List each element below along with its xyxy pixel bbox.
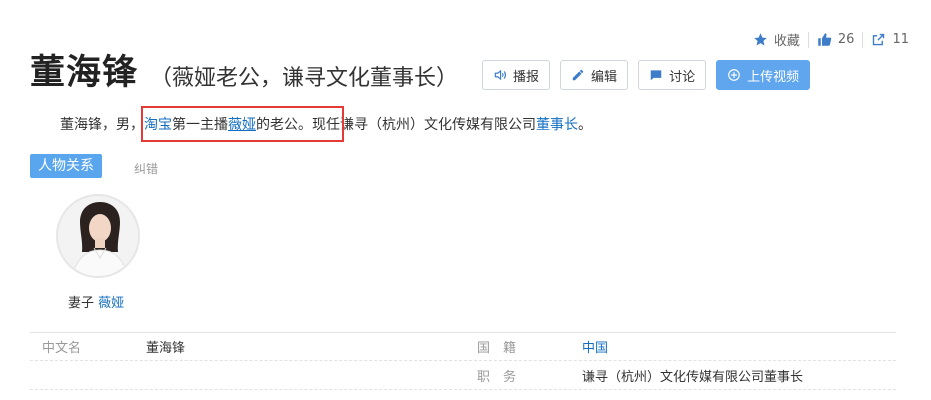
summary-part: 。 — [578, 117, 592, 133]
correct-link[interactable]: 纠错 — [134, 160, 158, 177]
info-value: 董海锋 — [146, 341, 186, 356]
like-count: 26 — [837, 32, 855, 47]
upload-video-button[interactable]: 上传视频 — [716, 60, 811, 90]
summary-part: 的老公。现任谦寻（杭州）文化传媒有限公司 — [256, 117, 536, 133]
info-value: 谦寻（杭州）文化传媒有限公司董事长 — [582, 369, 804, 385]
taobao-link[interactable]: 淘宝 — [144, 117, 172, 133]
like-action[interactable]: 26 — [809, 32, 863, 47]
basic-info-table: 中文名 董海锋 国 籍 中国 职 务 谦寻（杭州）文化传媒有限公司董事长 — [30, 332, 896, 390]
pencil-icon — [571, 68, 585, 82]
info-label: 国 籍 — [477, 341, 517, 356]
relation-caption: 妻子 薇娅 — [68, 292, 124, 311]
relation-person-link[interactable]: 薇娅 — [98, 296, 124, 311]
discuss-label: 讨论 — [669, 69, 696, 85]
edit-label: 编辑 — [591, 69, 618, 85]
plus-circle-icon — [727, 68, 741, 82]
nationality-link[interactable]: 中国 — [582, 341, 608, 356]
relation-type: 妻子 — [68, 296, 95, 311]
thumbs-up-icon — [817, 32, 832, 47]
info-value: 中国 — [582, 337, 608, 356]
upload-video-label: 上传视频 — [747, 69, 800, 85]
relations-tab[interactable]: 人物关系 — [30, 154, 102, 178]
person-photo — [58, 196, 138, 276]
viya-link[interactable]: 薇娅 — [228, 117, 256, 133]
speaker-icon — [493, 68, 507, 82]
title-row: 董海锋 （薇娅老公，谦寻文化董事长） 播报 编辑 讨论 上传视频 — [30, 50, 811, 96]
page-subtitle: （薇娅老公，谦寻文化董事长） — [150, 66, 459, 91]
share-count: 11 — [892, 32, 909, 47]
info-row: 职 务 谦寻（杭州）文化传媒有限公司董事长 — [30, 361, 896, 390]
share-icon — [871, 32, 886, 47]
title-buttons: 播报 编辑 讨论 上传视频 — [482, 60, 811, 90]
info-label: 中文名 — [42, 341, 82, 356]
discuss-button[interactable]: 讨论 — [638, 60, 707, 90]
avatar[interactable] — [56, 194, 140, 278]
summary-part: 第一主播 — [172, 117, 228, 133]
top-actions: 收藏 26 11 — [745, 30, 917, 49]
chairman-link[interactable]: 董事长 — [536, 117, 578, 133]
star-icon — [753, 32, 768, 47]
page-title: 董海锋 — [30, 53, 139, 93]
info-label: 职 务 — [477, 369, 517, 385]
summary-part: 董海锋，男， — [60, 117, 144, 133]
share-action[interactable]: 11 — [863, 32, 917, 47]
broadcast-button[interactable]: 播报 — [482, 60, 551, 90]
favorite-label: 收藏 — [773, 34, 800, 49]
favorite-action[interactable]: 收藏 — [745, 30, 808, 49]
edit-button[interactable]: 编辑 — [560, 60, 629, 90]
summary-text: 董海锋，男，淘宝第一主播薇娅的老公。现任谦寻（杭州）文化传媒有限公司董事长。 — [60, 114, 592, 134]
info-row: 中文名 董海锋 国 籍 中国 — [30, 332, 896, 361]
chat-bubble-icon — [649, 68, 663, 82]
broadcast-label: 播报 — [513, 69, 540, 85]
